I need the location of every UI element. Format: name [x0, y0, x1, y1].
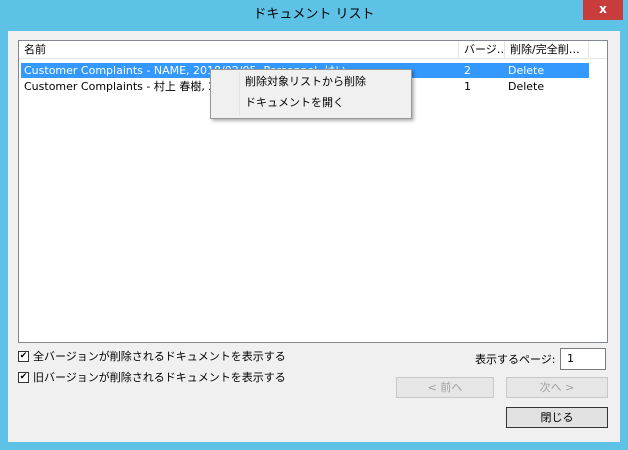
menu-item-open-document[interactable]: ドキュメントを開く: [245, 93, 344, 113]
list-header: 名前 バージ… 削除/完全削…: [19, 41, 607, 59]
close-button[interactable]: 閉じる: [506, 407, 608, 428]
row-delete-mode: Delete: [508, 64, 545, 77]
column-header-name[interactable]: 名前: [19, 41, 459, 58]
row-version: 1: [464, 80, 471, 93]
document-list-window: ドキュメント リスト x 名前 バージ… 削除/完全削… Customer Co…: [0, 0, 628, 450]
show-all-versions-label: 全バージョンが削除されるドキュメントを表示する: [33, 350, 286, 363]
next-page-button[interactable]: 次へ >: [506, 377, 608, 398]
title-bar[interactable]: ドキュメント リスト x: [0, 0, 628, 30]
row-delete-mode: Delete: [508, 80, 545, 93]
row-version: 2: [464, 64, 471, 77]
context-menu: 削除対象リストから削除 ドキュメントを開く: [210, 69, 412, 119]
dialog-body: 名前 バージ… 削除/完全削… Customer Complaints - NA…: [8, 31, 620, 442]
show-old-versions-checkbox[interactable]: ✔: [18, 372, 29, 383]
close-icon[interactable]: x: [583, 0, 623, 20]
menu-item-remove-from-delete-list[interactable]: 削除対象リストから削除: [245, 72, 366, 92]
show-old-versions-label: 旧バージョンが削除されるドキュメントを表示する: [33, 371, 286, 384]
column-header-version[interactable]: バージ…: [459, 41, 505, 58]
page-number-label: 表示するページ:: [475, 353, 556, 366]
page-number-input[interactable]: 1: [560, 348, 606, 370]
prev-page-button[interactable]: < 前へ: [396, 377, 494, 398]
window-title: ドキュメント リスト: [253, 7, 375, 22]
context-menu-gutter: [239, 72, 240, 116]
show-all-versions-checkbox[interactable]: ✔: [18, 351, 29, 362]
column-header-delete-mode[interactable]: 削除/完全削…: [505, 41, 589, 58]
